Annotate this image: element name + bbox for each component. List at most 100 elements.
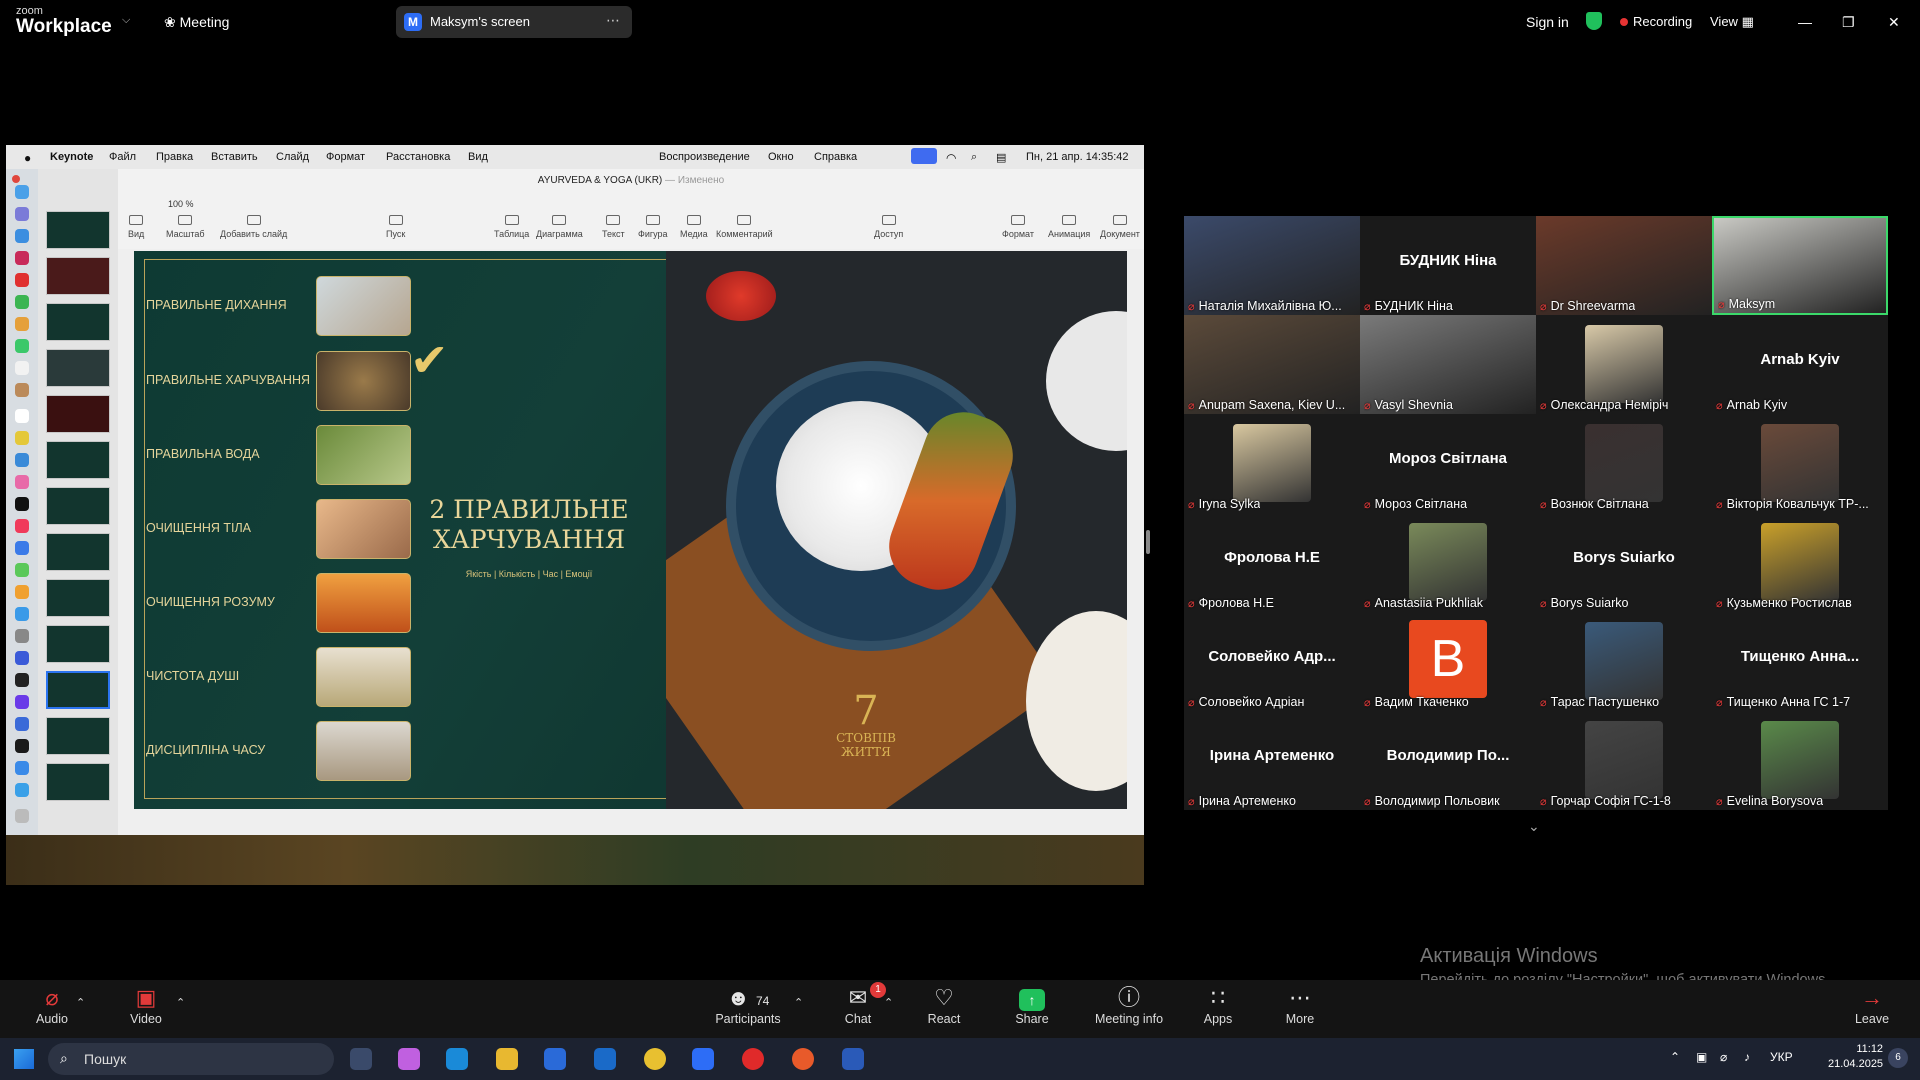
menu-item[interactable]: Файл [109, 151, 136, 163]
participant-tile[interactable]: Arnab Kyiv ⌀ Arnab Kyiv [1712, 315, 1888, 414]
participant-tile[interactable]: Володимир По... ⌀ Володимир Польовик [1360, 711, 1536, 810]
window-close-dot-icon[interactable] [12, 175, 20, 183]
messages-icon[interactable] [15, 295, 29, 309]
notification-count-badge[interactable]: 6 [1888, 1048, 1908, 1068]
zoom-app-icon[interactable] [15, 761, 29, 775]
slide-thumbnail[interactable] [46, 257, 110, 295]
participant-tile[interactable]: Соловейко Адр... ⌀ Соловейко Адріан [1184, 612, 1360, 711]
shield-icon[interactable] [1586, 12, 1602, 30]
slide-thumbnail[interactable] [46, 763, 110, 801]
photos-icon[interactable] [15, 475, 29, 489]
slide-thumbnail-selected[interactable] [46, 671, 110, 709]
participant-tile[interactable]: B ⌀ Вадим Ткаченко [1360, 612, 1536, 711]
slide-thumbnail[interactable] [46, 625, 110, 663]
control-center-icon[interactable]: ▤ [996, 151, 1006, 164]
tray-mic-icon[interactable]: ⌀ [1720, 1050, 1727, 1064]
reminders-icon[interactable] [15, 409, 29, 423]
notes-icon[interactable] [15, 431, 29, 445]
chrome-icon[interactable] [644, 1048, 666, 1070]
participant-tile[interactable]: ⌀ Anupam Saxena, Kiev U... [1184, 315, 1360, 414]
animation-button[interactable]: Анимация [1048, 215, 1090, 239]
participant-tile[interactable]: ⌀ Наталія Михайлівна Ю... [1184, 216, 1360, 315]
share-button[interactable]: Доступ [874, 215, 903, 239]
menu-item[interactable]: Воспроизведение [659, 151, 750, 163]
participant-tile[interactable]: ⌀ Evelina Borysova [1712, 711, 1888, 810]
participant-tile[interactable]: ⌀ Тарас Пастушенко [1536, 612, 1712, 711]
participant-tile[interactable]: ⌀ Maksym [1712, 216, 1888, 315]
more-button[interactable]: ⋯ More [1278, 984, 1322, 1026]
appstore-icon[interactable] [15, 541, 29, 555]
maps-icon[interactable] [15, 453, 29, 467]
comment-button[interactable]: Комментарий [716, 215, 773, 239]
participant-tile[interactable]: ⌀ Вікторія Ковальчук ТР-... [1712, 414, 1888, 513]
slide-thumbnail[interactable] [46, 717, 110, 755]
slide-thumbnail[interactable] [46, 303, 110, 341]
participant-tile[interactable]: ⌀ Кузьменко Ростислав [1712, 513, 1888, 612]
more-options-icon[interactable]: ⋯ [606, 12, 620, 29]
table-button[interactable]: Таблица [494, 215, 529, 239]
recording-indicator[interactable]: Recording [1620, 14, 1692, 29]
slide-thumbnail[interactable] [46, 579, 110, 617]
participant-tile[interactable]: Фролова Н.Е ⌀ Фролова Н.Е [1184, 513, 1360, 612]
volume-icon[interactable]: ♪ [1744, 1050, 1750, 1064]
windows-start-icon[interactable] [14, 1049, 34, 1069]
slide-canvas[interactable]: ПРАВИЛЬНЕ ДИХАННЯ ПРАВИЛЬНЕ ХАРЧУВАННЯ П… [134, 251, 1127, 809]
launchpad-icon[interactable] [15, 207, 29, 221]
video-options-chevron-icon[interactable]: ⌃ [176, 996, 185, 1009]
sign-in-button[interactable]: Sign in [1526, 14, 1569, 30]
participant-tile[interactable]: ⌀ Vasyl Shevnia [1360, 315, 1536, 414]
slide-thumbnail[interactable] [46, 441, 110, 479]
chevron-down-icon[interactable]: ⌵ [122, 14, 130, 27]
play-button[interactable]: Пуск [386, 215, 405, 239]
participant-tile[interactable]: ⌀ Олександра Неміріч [1536, 315, 1712, 414]
search-icon[interactable]: ⌕ [971, 151, 977, 164]
contacts-icon[interactable] [15, 383, 29, 397]
chrome-profile-icon[interactable] [792, 1048, 814, 1070]
opera-icon[interactable] [15, 273, 29, 287]
file-explorer-icon[interactable] [496, 1048, 518, 1070]
slide-thumbnail[interactable] [46, 533, 110, 571]
view-button[interactable]: View ▦ [1710, 14, 1754, 30]
zoom-button[interactable]: Масштаб [166, 215, 205, 239]
menu-item[interactable]: Справка [814, 151, 857, 163]
app-icon[interactable] [15, 739, 29, 753]
trash-icon[interactable] [15, 809, 29, 823]
participant-tile[interactable]: ⌀ Anastasiia Pukhliak [1360, 513, 1536, 612]
taskbar-clock[interactable]: 11:12 21.04.2025 [1828, 1042, 1883, 1072]
menu-item[interactable]: Расстановка [386, 151, 450, 163]
word-icon[interactable] [842, 1048, 864, 1070]
edge-icon[interactable] [446, 1048, 468, 1070]
media-button[interactable]: Медиа [680, 215, 708, 239]
safari-icon[interactable] [15, 229, 29, 243]
gallery-next-page-icon[interactable]: ⌄ [1528, 818, 1540, 835]
facetime-icon[interactable] [15, 339, 29, 353]
participant-tile[interactable]: Мороз Світлана ⌀ Мороз Світлана [1360, 414, 1536, 513]
telegram-icon[interactable] [15, 783, 29, 797]
keynote-icon[interactable] [15, 607, 29, 621]
menu-item[interactable]: Правка [156, 151, 193, 163]
shared-screen-pill[interactable]: M Maksym's screen ⋯ [396, 6, 632, 38]
participant-tile[interactable]: Тищенко Анна... ⌀ Тищенко Анна ГС 1-7 [1712, 612, 1888, 711]
zoom-level[interactable]: 100 % [168, 199, 194, 209]
participant-tile[interactable]: Borys Suiarko ⌀ Borys Suiarko [1536, 513, 1712, 612]
appletv-icon[interactable] [15, 497, 29, 511]
zoom-taskbar-icon[interactable] [692, 1048, 714, 1070]
chart-button[interactable]: Диаграмма [536, 215, 583, 239]
wifi-icon[interactable]: ◠ [946, 151, 956, 165]
participants-button[interactable]: ☻ 74 Participants [708, 984, 788, 1026]
leave-button[interactable]: → Leave [1850, 984, 1894, 1026]
copilot-icon[interactable] [398, 1048, 420, 1070]
view-button[interactable]: Вид [128, 215, 144, 239]
slide-thumbnail[interactable] [46, 349, 110, 387]
numbers-icon[interactable] [15, 563, 29, 577]
chat-options-chevron-icon[interactable]: ⌃ [884, 996, 893, 1009]
app-icon[interactable] [15, 651, 29, 665]
document-button[interactable]: Документ [1100, 215, 1140, 239]
slide-thumbnail[interactable] [46, 487, 110, 525]
split-resize-handle[interactable] [1146, 530, 1150, 554]
share-screen-button[interactable]: ↑ Share [1010, 984, 1054, 1026]
participants-options-chevron-icon[interactable]: ⌃ [794, 996, 803, 1009]
taskbar-search[interactable]: ⌕ Пошук [48, 1043, 334, 1075]
tray-chevron-icon[interactable]: ⌃ [1670, 1050, 1680, 1064]
menu-item[interactable]: Вставить [211, 151, 258, 163]
